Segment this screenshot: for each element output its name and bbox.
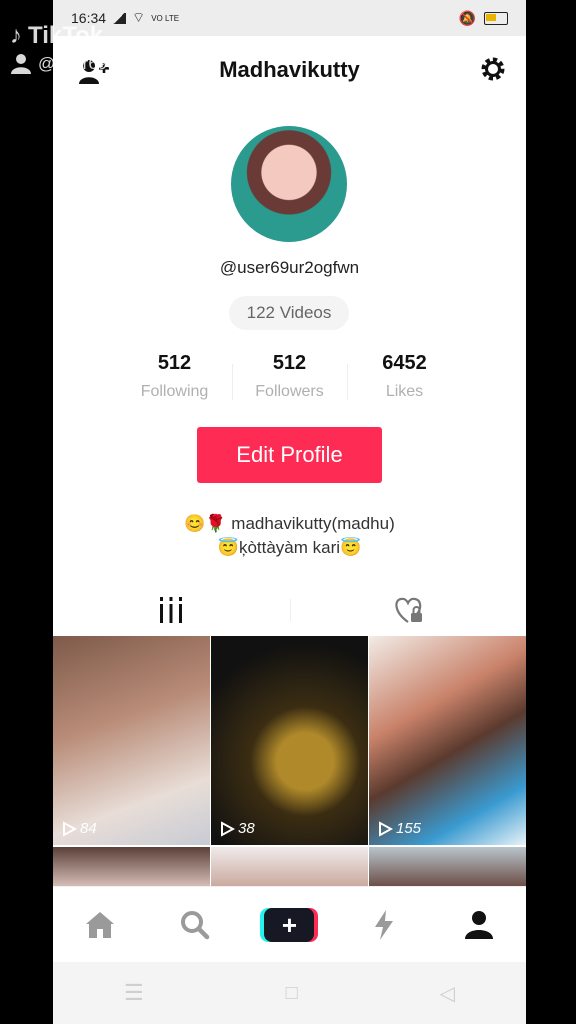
view-count-value: 155 xyxy=(396,820,422,837)
profile-stats: 512 Following 512 Followers 6452 Likes xyxy=(117,352,462,401)
stat-value: 6452 xyxy=(382,352,427,374)
view-count-value: 84 xyxy=(80,820,97,837)
video-thumbnail[interactable] xyxy=(211,847,368,887)
video-grid: 84 38 155 xyxy=(53,636,526,887)
nav-discover[interactable] xyxy=(165,900,225,950)
tiktok-note-icon: ♪ xyxy=(10,22,22,49)
videos-count-badge: 122 Videos xyxy=(229,296,349,330)
stat-followers[interactable]: 512 Followers xyxy=(232,352,347,401)
view-count: 84 xyxy=(61,820,97,837)
search-icon xyxy=(180,911,210,940)
nav-home[interactable] xyxy=(70,900,130,950)
system-nav-bar: ☰ □ ◁ xyxy=(53,962,526,1024)
grid-bars-icon xyxy=(160,597,183,623)
video-thumbnail[interactable]: 38 xyxy=(211,636,368,845)
tab-liked[interactable] xyxy=(289,585,527,635)
nav-notifications[interactable] xyxy=(354,900,414,950)
video-thumbnail[interactable]: 155 xyxy=(369,636,526,845)
view-count-value: 38 xyxy=(238,820,255,837)
menu-icon[interactable]: ☰ xyxy=(124,980,144,1006)
view-count: 38 xyxy=(219,820,255,837)
stat-label: Likes xyxy=(385,383,424,400)
nav-profile[interactable] xyxy=(449,900,509,950)
battery-icon xyxy=(484,11,508,25)
person-icon xyxy=(464,911,493,939)
watermark-user: @user69ur2ogfwn xyxy=(10,54,177,74)
tiktok-watermark: ♪ TikTok @user69ur2ogfwn xyxy=(10,22,177,74)
stat-label: Followers xyxy=(255,383,324,400)
tab-videos[interactable] xyxy=(53,585,290,635)
lightning-icon xyxy=(375,910,394,940)
gear-icon[interactable] xyxy=(480,56,506,82)
back-icon[interactable]: ◁ xyxy=(440,981,455,1006)
nav-create[interactable]: + xyxy=(259,900,319,950)
home-icon xyxy=(86,912,115,938)
bio-line: 😊🌹 madhavikutty(madhu) xyxy=(184,514,395,533)
username: @user69ur2ogfwn xyxy=(219,258,360,277)
plus-icon: + xyxy=(264,908,315,942)
stat-value: 512 xyxy=(272,352,307,374)
play-icon xyxy=(379,820,393,837)
video-thumbnail[interactable] xyxy=(53,847,210,887)
watermark-logo: ♪ TikTok xyxy=(10,22,177,50)
watermark-handle: @user69ur2ogfwn xyxy=(38,54,178,73)
profile-tabs xyxy=(53,585,526,635)
play-icon xyxy=(63,820,77,837)
bio: 😊🌹 madhavikutty(madhu) 😇ķòttàyàm kari😇 xyxy=(53,512,526,560)
profile-title: Madhavikutty xyxy=(219,57,360,82)
watermark-app-name: TikTok xyxy=(28,22,104,49)
play-icon xyxy=(221,820,235,837)
stat-following[interactable]: 512 Following xyxy=(117,352,232,401)
home-square-icon[interactable]: □ xyxy=(286,982,298,1005)
bio-line: 😇ķòttàyàm kari😇 xyxy=(217,538,362,557)
stat-likes[interactable]: 6452 Likes xyxy=(347,352,462,401)
stat-value: 512 xyxy=(157,352,192,374)
stat-label: Following xyxy=(140,383,209,400)
view-count: 155 xyxy=(377,820,421,837)
person-icon xyxy=(11,54,31,74)
video-thumbnail[interactable] xyxy=(369,847,526,887)
edit-profile-button[interactable]: Edit Profile xyxy=(197,427,382,483)
phone-screen: 16:34 ⌔ VO LTE 🔕 Madhavikutty @user69ur2… xyxy=(53,0,526,1024)
video-thumbnail[interactable]: 84 xyxy=(53,636,210,845)
mute-icon: 🔕 xyxy=(458,9,476,26)
avatar[interactable] xyxy=(231,126,347,242)
heart-lock-icon xyxy=(395,597,422,623)
bottom-nav: + xyxy=(53,886,526,963)
